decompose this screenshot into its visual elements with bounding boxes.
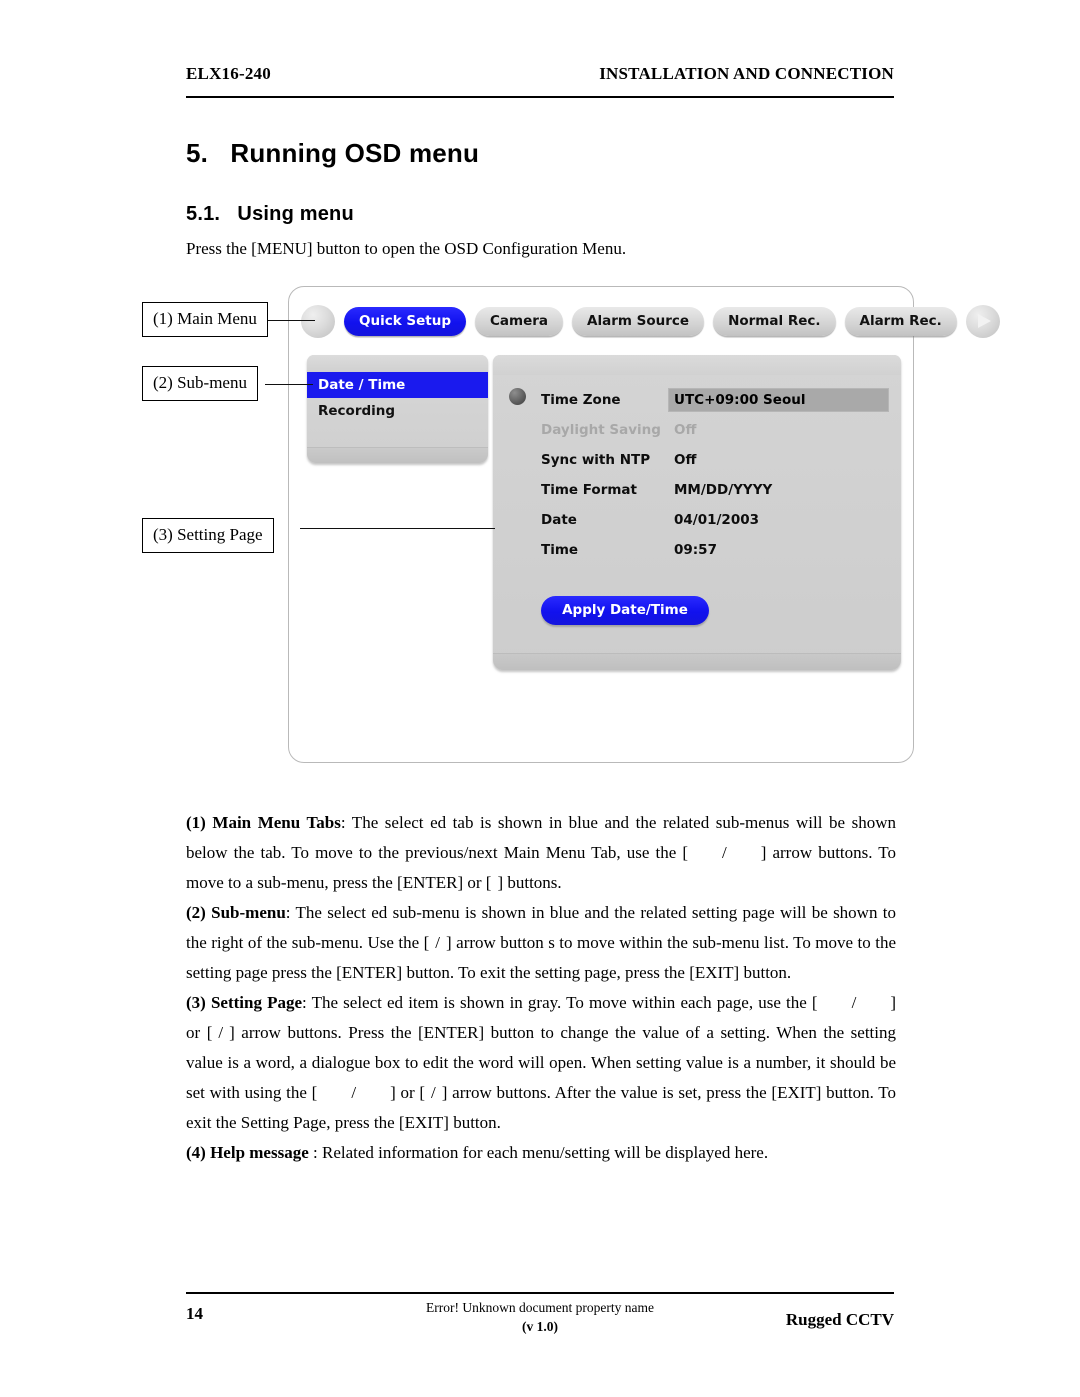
setting-value[interactable]: 09:57 bbox=[674, 542, 889, 558]
body-copy: (1) Main Menu Tabs: The select ed tab is… bbox=[186, 808, 896, 1168]
setting-label: Daylight Saving bbox=[541, 422, 661, 438]
sidebar-item-date-time[interactable]: Date / Time bbox=[307, 372, 488, 398]
tab-quick-setup[interactable]: Quick Setup bbox=[344, 306, 467, 336]
setting-row-sync-with-ntp[interactable]: Sync with NTP Off bbox=[541, 447, 889, 473]
setting-label: Sync with NTP bbox=[541, 452, 651, 468]
tab-label: Alarm Rec. bbox=[859, 312, 942, 329]
paragraph-term: Help message bbox=[210, 1143, 309, 1162]
page-title: 5. Running OSD menu bbox=[186, 138, 480, 168]
paragraph-text: ] buttons. bbox=[497, 873, 562, 892]
play-arrow-right-icon[interactable] bbox=[965, 304, 1000, 338]
sub-menu-item-label: Recording bbox=[318, 403, 396, 419]
setting-value[interactable]: UTC+09:00 Seoul bbox=[668, 388, 889, 412]
callout-main-menu: (1) Main Menu bbox=[142, 302, 268, 337]
setting-row-time-format[interactable]: Time Format MM/DD/YYYY bbox=[541, 477, 889, 503]
paragraph-term: Sub-menu bbox=[211, 903, 286, 922]
setting-value[interactable]: 04/01/2003 bbox=[674, 512, 889, 528]
paragraph-slash: / bbox=[431, 1083, 436, 1102]
setting-row-date[interactable]: Date 04/01/2003 bbox=[541, 507, 889, 533]
paragraph-sub-menu: (2) Sub-menu: The select ed sub-menu is … bbox=[186, 898, 896, 988]
paragraph-text: : The select ed item is shown in gray. T… bbox=[302, 993, 818, 1012]
tab-label: Alarm Source bbox=[587, 312, 690, 329]
paragraph-slash: / bbox=[851, 993, 857, 1012]
setting-row-time-zone[interactable]: Time Zone UTC+09:00 Seoul bbox=[541, 387, 889, 413]
tab-label: Camera bbox=[490, 312, 549, 329]
setting-page-top-bevel bbox=[493, 355, 901, 375]
running-header: ELX16-240 INSTALLATION AND CONNECTION bbox=[186, 64, 894, 84]
setting-label: Time bbox=[541, 542, 579, 558]
prev-page-circle-button-icon[interactable] bbox=[301, 304, 335, 338]
setting-row-time[interactable]: Time 09:57 bbox=[541, 537, 889, 563]
selection-bullet-icon bbox=[509, 388, 526, 405]
apply-date-time-button[interactable]: Apply Date/Time bbox=[541, 596, 709, 625]
paragraph-slash: / bbox=[218, 1023, 224, 1042]
paragraph-slash: / bbox=[721, 843, 727, 862]
paragraph-help-message: (4) Help message : Related information f… bbox=[186, 1138, 896, 1168]
paragraph-slash: / bbox=[435, 933, 441, 952]
setting-value[interactable]: MM/DD/YYYY bbox=[674, 482, 889, 498]
tab-camera[interactable]: Camera bbox=[475, 306, 564, 336]
paragraph-term: Setting Page bbox=[210, 993, 303, 1012]
footer-divider bbox=[186, 1292, 894, 1294]
leader-line-main-menu bbox=[265, 320, 315, 321]
callout-sub-menu: (2) Sub-menu bbox=[142, 366, 258, 401]
sub-menu-top-bevel bbox=[307, 355, 488, 372]
paragraph-number: (1) bbox=[186, 813, 206, 832]
setting-page-bottom-bevel bbox=[493, 653, 901, 670]
tab-label: Normal Rec. bbox=[728, 312, 821, 329]
tab-alarm-rec[interactable]: Alarm Rec. bbox=[844, 306, 957, 336]
setting-page-panel: Time Zone UTC+09:00 Seoul Daylight Savin… bbox=[493, 355, 901, 670]
setting-label: Time Format bbox=[541, 482, 637, 498]
header-divider bbox=[186, 96, 894, 98]
document-page: ELX16-240 INSTALLATION AND CONNECTION 5.… bbox=[0, 0, 1080, 1397]
subsection-title: 5.1. Using menu bbox=[186, 203, 354, 225]
paragraph-text: : Related information for each menu/sett… bbox=[308, 1143, 769, 1162]
setting-label: Time Zone bbox=[541, 392, 621, 408]
paragraph-term-2: Tabs bbox=[306, 813, 341, 832]
paragraph-term: Main Menu bbox=[212, 813, 301, 832]
paragraph-number: (2) bbox=[186, 903, 206, 922]
callout-label: (2) Sub-menu bbox=[153, 373, 247, 392]
intro-paragraph: Press the [MENU] button to open the OSD … bbox=[186, 239, 627, 258]
header-model-number: ELX16-240 bbox=[186, 64, 271, 83]
tab-alarm-source[interactable]: Alarm Source bbox=[572, 306, 705, 336]
paragraph-main-menu: (1) Main Menu Tabs: The select ed tab is… bbox=[186, 808, 896, 898]
callout-setting-page: (3) Setting Page bbox=[142, 518, 274, 553]
sidebar-item-recording[interactable]: Recording bbox=[307, 398, 488, 424]
sub-menu-panel: Date / Time Recording bbox=[307, 355, 488, 463]
paragraph-slash: / bbox=[351, 1083, 357, 1102]
paragraph-setting-page: (3) Setting Page: The select ed item is … bbox=[186, 988, 896, 1138]
main-menu-tabbar: Quick Setup Camera Alarm Source Normal R… bbox=[301, 301, 1000, 341]
page-footer: 14 Error! Unknown document property name… bbox=[186, 1298, 894, 1348]
paragraph-number: (3) bbox=[186, 993, 206, 1012]
callout-label: (3) Setting Page bbox=[153, 525, 263, 544]
tab-label: Quick Setup bbox=[359, 312, 452, 329]
setting-value[interactable]: Off bbox=[674, 452, 889, 468]
setting-label: Date bbox=[541, 512, 577, 528]
sub-menu-bottom-bevel bbox=[307, 447, 488, 463]
callout-label: (1) Main Menu bbox=[153, 309, 257, 328]
leader-line-setting-page bbox=[300, 528, 495, 529]
setting-value: Off bbox=[674, 422, 697, 438]
tab-normal-rec[interactable]: Normal Rec. bbox=[713, 306, 836, 336]
sub-menu-item-label: Date / Time bbox=[318, 377, 406, 393]
osd-screen: Quick Setup Camera Alarm Source Normal R… bbox=[288, 286, 1000, 763]
setting-row-daylight-saving: Daylight Saving Off bbox=[541, 417, 889, 443]
leader-line-sub-menu bbox=[265, 384, 313, 385]
header-chapter-title: INSTALLATION AND CONNECTION bbox=[599, 64, 894, 83]
apply-button-label: Apply Date/Time bbox=[562, 602, 688, 618]
paragraph-text: ] or [ bbox=[390, 1083, 426, 1102]
paragraph-number: (4) bbox=[186, 1143, 206, 1162]
footer-company: Rugged CCTV bbox=[785, 1310, 894, 1329]
